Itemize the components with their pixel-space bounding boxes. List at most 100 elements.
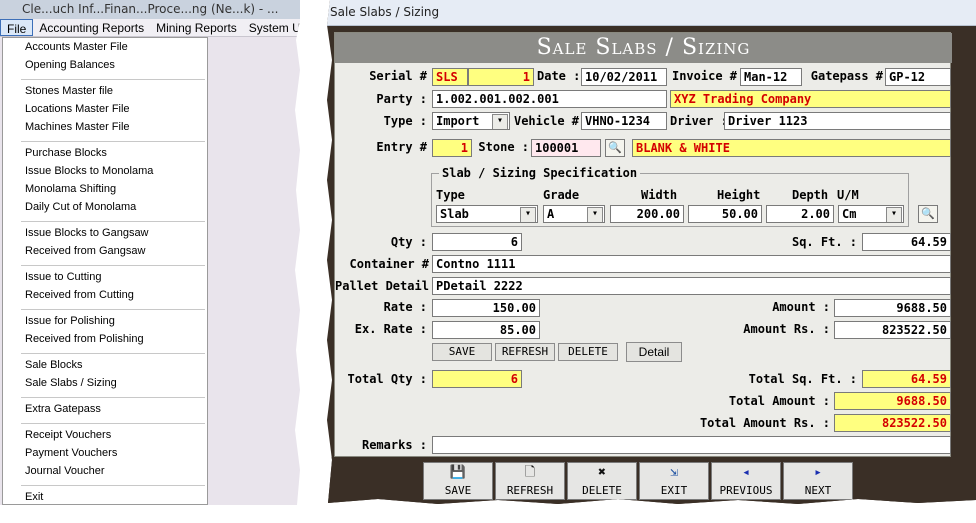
col-type-header: Type: [436, 188, 465, 202]
date-field[interactable]: 10/02/2011: [581, 68, 667, 86]
nav-save-label: SAVE: [444, 484, 472, 497]
file-menu-item[interactable]: Purchase Blocks: [25, 147, 107, 159]
stone-label: Stone :: [478, 140, 529, 154]
file-menu-item[interactable]: Opening Balances: [25, 59, 115, 71]
file-menu-item[interactable]: Machines Master File: [25, 121, 130, 133]
form-title-bar: Sale Slabs / Sizing: [327, 0, 976, 26]
col-width-header: Width: [641, 188, 678, 202]
menu-separator: [21, 309, 205, 310]
menu-separator: [21, 141, 205, 142]
total-amount-field: 9688.50: [834, 392, 951, 410]
entry-label: Entry #: [376, 140, 427, 154]
menu-separator: [21, 423, 205, 424]
vehicle-field[interactable]: VHNO-1234: [581, 112, 667, 130]
um-select[interactable]: Cm: [838, 205, 904, 223]
nav-exit-label: EXIT: [660, 484, 688, 497]
stone-search-button[interactable]: 🔍: [605, 139, 625, 157]
detail-save-button[interactable]: SAVE: [432, 343, 492, 361]
nav-save-button[interactable]: 💾 SAVE: [423, 462, 493, 500]
total-qty-label: Total Qty :: [347, 372, 427, 386]
menu-separator: [21, 485, 205, 486]
entry-field[interactable]: 1: [432, 139, 472, 157]
nav-delete-label: DELETE: [582, 484, 622, 497]
stone-code-field[interactable]: 100001: [531, 139, 601, 157]
menu-file[interactable]: File: [0, 19, 34, 36]
delete-icon: ✖: [598, 465, 606, 480]
driver-label: Driver :: [670, 114, 728, 128]
ex-rate-field[interactable]: 85.00: [432, 321, 540, 339]
file-menu-item[interactable]: Stones Master file: [25, 85, 113, 97]
file-menu-item[interactable]: Accounts Master File: [25, 41, 128, 53]
file-menu-item[interactable]: Received from Cutting: [25, 289, 134, 301]
grade-select[interactable]: A: [543, 205, 605, 223]
col-depth-header: Depth: [792, 188, 829, 202]
file-menu-item[interactable]: Daily Cut of Monolama: [25, 201, 136, 213]
file-menu-item[interactable]: Issue to Cutting: [25, 271, 101, 283]
exit-icon: ⇲: [670, 465, 678, 480]
serial-number-field[interactable]: 1: [468, 68, 534, 86]
detail-delete-button[interactable]: DELETE: [558, 343, 618, 361]
document-icon: 🗋: [524, 465, 536, 480]
menu-system-utilities[interactable]: System Utilities: [243, 19, 300, 36]
pallet-field[interactable]: PDetail 2222: [432, 277, 951, 295]
file-menu-item[interactable]: Received from Gangsaw: [25, 245, 145, 257]
file-menu-item[interactable]: Locations Master File: [25, 103, 130, 115]
nav-next-button[interactable]: ▸ NEXT: [783, 462, 853, 500]
detail-button[interactable]: Detail: [626, 342, 682, 362]
save-icon: 💾: [449, 465, 467, 480]
party-name-field: XYZ Trading Company: [670, 90, 951, 108]
file-menu-item[interactable]: Extra Gatepass: [25, 403, 101, 415]
file-menu-item[interactable]: Exit: [25, 491, 43, 503]
magnifier-icon: 🔍: [608, 141, 622, 154]
invoice-field[interactable]: Man-12: [740, 68, 802, 86]
file-menu-item[interactable]: Received from Polishing: [25, 333, 144, 345]
depth-field[interactable]: 2.00: [766, 205, 834, 223]
file-menu-item[interactable]: Issue Blocks to Monolama: [25, 165, 153, 177]
file-menu-item[interactable]: Payment Vouchers: [25, 447, 117, 459]
serial-prefix-field[interactable]: SLS: [432, 68, 468, 86]
menu-mining-reports[interactable]: Mining Reports: [150, 19, 243, 36]
party-code-field[interactable]: 1.002.001.002.001: [432, 90, 667, 108]
stone-name-field: BLANK & WHITE: [632, 139, 951, 157]
file-menu-item[interactable]: Issue for Polishing: [25, 315, 115, 327]
file-menu-item[interactable]: Journal Voucher: [25, 465, 105, 477]
width-field[interactable]: 200.00: [610, 205, 684, 223]
form-heading: Sale Slabs / Sizing: [536, 35, 751, 60]
nav-exit-button[interactable]: ⇲ EXIT: [639, 462, 709, 500]
gatepass-field[interactable]: GP-12: [885, 68, 951, 86]
col-um-header: U/M: [837, 188, 859, 202]
nav-previous-button[interactable]: ◂ PREVIOUS: [711, 462, 781, 500]
driver-field[interactable]: Driver 1123: [724, 112, 951, 130]
qty-field[interactable]: 6: [432, 233, 522, 251]
nav-refresh-button[interactable]: 🗋 REFRESH: [495, 462, 565, 500]
file-menu-item[interactable]: Sale Slabs / Sizing: [25, 377, 117, 389]
menu-separator: [21, 265, 205, 266]
remarks-label: Remarks :: [361, 438, 427, 452]
spec-search-button[interactable]: 🔍: [918, 205, 938, 223]
invoice-label: Invoice #: [671, 69, 737, 83]
remarks-field[interactable]: [432, 436, 951, 454]
form-window-title: Sale Slabs / Sizing: [330, 5, 440, 19]
menu-accounting-reports[interactable]: Accounting Reports: [33, 19, 150, 36]
main-app-window: Cle...uch Inf...Finan...Proce...ng (Ne..…: [0, 0, 300, 505]
sqft-label: Sq. Ft. :: [791, 235, 857, 249]
container-label: Container #: [349, 257, 429, 271]
app-title: Cle...uch Inf...Finan...Proce...ng (Ne..…: [22, 2, 279, 16]
rate-field[interactable]: 150.00: [432, 299, 540, 317]
type-select[interactable]: Import: [432, 112, 510, 130]
total-sqft-field: 64.59: [862, 370, 951, 388]
app-title-bar: Cle...uch Inf...Finan...Proce...ng (Ne..…: [0, 0, 300, 19]
file-menu-dropdown: Accounts Master File Opening Balances Ston…: [2, 37, 208, 505]
file-menu-item[interactable]: Sale Blocks: [25, 359, 82, 371]
nav-delete-button[interactable]: ✖ DELETE: [567, 462, 637, 500]
file-menu-item[interactable]: Receipt Vouchers: [25, 429, 111, 441]
sqft-field: 64.59: [862, 233, 951, 251]
navigation-toolbar: 💾 SAVE 🗋 REFRESH ✖ DELETE ⇲ EXIT ◂ PREVI…: [327, 457, 976, 504]
file-menu-item[interactable]: Monolama Shifting: [25, 183, 116, 195]
file-menu-item[interactable]: Issue Blocks to Gangsaw: [25, 227, 149, 239]
height-field[interactable]: 50.00: [688, 205, 762, 223]
slab-type-select[interactable]: Slab: [436, 205, 538, 223]
detail-refresh-button[interactable]: REFRESH: [495, 343, 555, 361]
total-amount-label: Total Amount :: [728, 394, 830, 408]
container-field[interactable]: Contno 1111: [432, 255, 951, 273]
